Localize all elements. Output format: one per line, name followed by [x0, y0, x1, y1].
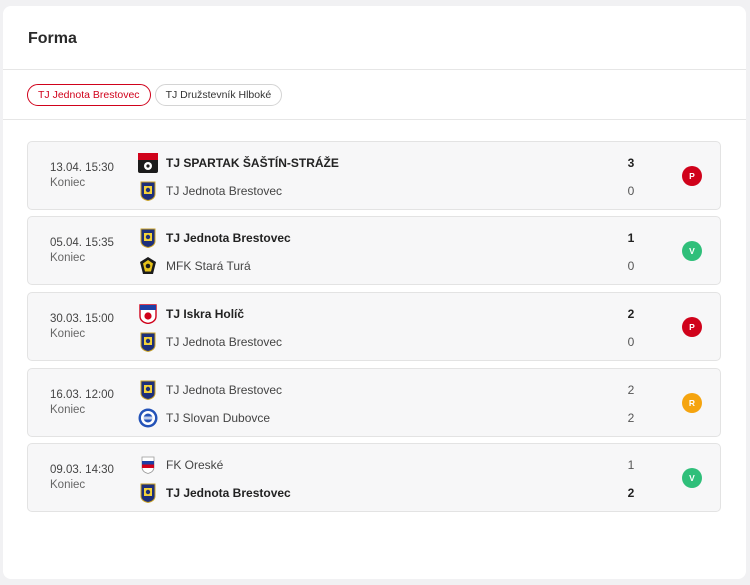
away-team-name: TJ Jednota Brestovec [166, 335, 283, 349]
dubovce-logo [138, 408, 158, 428]
away-team: MFK Stará Turá [138, 256, 538, 276]
home-team: TJ Jednota Brestovec [138, 228, 538, 248]
home-team-name: FK Oreské [166, 458, 224, 472]
match-date: 09.03. 14:30 [50, 464, 114, 476]
result-badge: P [682, 317, 702, 337]
brestovec-logo [140, 380, 156, 400]
match-row[interactable]: 30.03. 15:00 Koniec TJ Iskra Holíč 2 TJ … [27, 292, 721, 361]
home-score: 2 [627, 383, 635, 397]
match-row[interactable]: 09.03. 14:30 Koniec FK Oreské 1 TJ Jedno… [27, 443, 721, 512]
match-date: 13.04. 15:30 [50, 162, 114, 174]
brestovec-logo [140, 483, 156, 503]
header-divider [3, 69, 746, 70]
match-date: 05.04. 15:35 [50, 237, 114, 249]
tab-tj-druzstevnik-hlboke[interactable]: TJ Družstevník Hlboké [154, 84, 283, 106]
match-date: 16.03. 12:00 [50, 389, 114, 401]
result-badge: P [682, 166, 702, 186]
home-team: TJ Jednota Brestovec [138, 380, 538, 400]
away-team-name: TJ Slovan Dubovce [166, 411, 271, 425]
result-badge: V [682, 468, 702, 488]
team-tabs: TJ Jednota Brestovec TJ Družstevník Hlbo… [27, 84, 283, 106]
match-row[interactable]: 13.04. 15:30 Koniec TJ SPARTAK ŠAŠTÍN-ST… [27, 141, 721, 210]
brestovec-logo [140, 332, 156, 352]
oreske-logo [141, 456, 155, 474]
tabs-divider [3, 119, 746, 120]
away-team: TJ Jednota Brestovec [138, 181, 538, 201]
home-team-name: TJ Jednota Brestovec [166, 231, 291, 245]
home-score: 1 [627, 458, 635, 472]
match-status: Koniec [50, 479, 86, 491]
brestovec-logo [140, 181, 156, 201]
match-row[interactable]: 05.04. 15:35 Koniec TJ Jednota Brestovec… [27, 216, 721, 285]
home-team-name: TJ Jednota Brestovec [166, 383, 283, 397]
away-score: 0 [627, 335, 635, 349]
home-score: 2 [627, 307, 635, 321]
home-team: TJ Iskra Holíč [138, 304, 538, 324]
tab-tj-jednota-brestovec[interactable]: TJ Jednota Brestovec [27, 84, 151, 106]
match-status: Koniec [50, 328, 86, 340]
away-score: 2 [627, 486, 635, 500]
away-team-name: MFK Stará Turá [166, 259, 251, 273]
match-date: 30.03. 15:00 [50, 313, 114, 325]
away-score: 0 [627, 259, 635, 273]
home-score: 1 [627, 231, 635, 245]
home-team-name: TJ Iskra Holíč [166, 307, 245, 321]
away-team: TJ Jednota Brestovec [138, 483, 538, 503]
home-team: FK Oreské [138, 455, 538, 475]
away-team: TJ Jednota Brestovec [138, 332, 538, 352]
result-badge: R [682, 393, 702, 413]
match-row[interactable]: 16.03. 12:00 Koniec TJ Jednota Brestovec… [27, 368, 721, 437]
form-card: Forma TJ Jednota Brestovec TJ Družstevní… [3, 6, 746, 579]
match-status: Koniec [50, 177, 86, 189]
stara-tura-logo [140, 257, 156, 274]
home-team: TJ SPARTAK ŠAŠTÍN-STRÁŽE [138, 153, 538, 173]
away-team: TJ Slovan Dubovce [138, 408, 538, 428]
result-badge: V [682, 241, 702, 261]
match-status: Koniec [50, 252, 86, 264]
away-team-name: TJ Jednota Brestovec [166, 486, 291, 500]
away-team-name: TJ Jednota Brestovec [166, 184, 283, 198]
spartak-logo [138, 153, 158, 173]
home-score: 3 [627, 156, 635, 170]
home-team-name: TJ SPARTAK ŠAŠTÍN-STRÁŽE [166, 156, 339, 170]
iskra-logo [139, 304, 157, 324]
page-title: Forma [28, 30, 77, 47]
brestovec-logo [140, 228, 156, 248]
match-status: Koniec [50, 404, 86, 416]
away-score: 0 [627, 184, 635, 198]
away-score: 2 [627, 411, 635, 425]
